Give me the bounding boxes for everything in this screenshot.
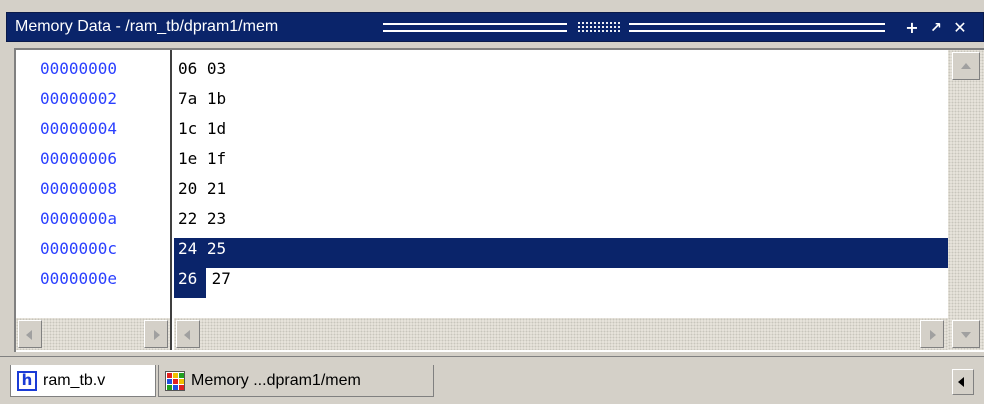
data-cell[interactable]: 20 21 xyxy=(178,174,226,204)
memory-data-window: Memory Data - /ram_tb/dpram1/mem + ↗ ✕ 0… xyxy=(0,0,984,404)
window-title: Memory Data - /ram_tb/dpram1/mem xyxy=(15,18,279,35)
add-pane-button[interactable]: + xyxy=(903,19,921,37)
scroll-right-button[interactable] xyxy=(144,320,168,348)
data-cell[interactable]: 1c 1d xyxy=(178,114,226,144)
title-bar[interactable]: Memory Data - /ram_tb/dpram1/mem + ↗ ✕ xyxy=(6,12,984,42)
address-cell: 00000006 xyxy=(40,149,118,168)
address-hscrollbar[interactable] xyxy=(16,318,170,350)
document-tab-strip: h ram_tb.v Memory ...dpram1/mem xyxy=(0,356,984,404)
selected-row-highlight xyxy=(174,238,948,268)
data-cell[interactable]: 22 23 xyxy=(178,204,226,234)
scroll-down-button[interactable] xyxy=(952,320,980,348)
address-column: 00000000 00000002 00000004 00000006 0000… xyxy=(16,50,170,318)
data-cell[interactable]: 06 03 xyxy=(178,54,226,84)
data-hscrollbar[interactable] xyxy=(174,318,948,350)
scroll-left-button[interactable] xyxy=(18,320,42,348)
address-cell: 00000008 xyxy=(40,179,118,198)
arrow-left-icon xyxy=(26,330,32,340)
arrow-left-icon xyxy=(184,330,190,340)
tab-label: Memory ...dpram1/mem xyxy=(191,371,361,389)
close-button[interactable]: ✕ xyxy=(951,19,969,37)
data-column[interactable]: 06 03 7a 1b 1c 1d 1e 1f 20 21 22 23 24 2… xyxy=(174,50,948,318)
address-cell: 00000004 xyxy=(40,119,118,138)
arrow-right-icon xyxy=(930,330,936,340)
title-grip-line xyxy=(383,23,567,25)
data-cell-selected[interactable]: 24 25 xyxy=(178,234,226,264)
title-grip-line xyxy=(629,23,885,25)
data-cell[interactable]: 7a 1b xyxy=(178,84,226,114)
title-grip-dots xyxy=(577,21,621,33)
undock-button[interactable]: ↗ xyxy=(927,19,945,37)
tab-memory[interactable]: Memory ...dpram1/mem xyxy=(158,365,434,397)
title-grip-line xyxy=(383,30,567,32)
memory-icon xyxy=(165,370,185,391)
title-grip-line xyxy=(629,30,885,32)
scroll-right-button[interactable] xyxy=(920,320,944,348)
address-cell: 0000000a xyxy=(40,209,118,228)
tab-label: ram_tb.v xyxy=(43,371,106,389)
vertical-scrollbar[interactable] xyxy=(948,50,984,350)
arrow-up-icon xyxy=(961,63,971,69)
address-cell: 00000000 xyxy=(40,59,118,78)
data-cell[interactable]: 1e 1f xyxy=(178,144,226,174)
address-cell: 0000000c xyxy=(40,239,118,258)
arrow-right-icon xyxy=(154,330,160,340)
arrow-down-icon xyxy=(961,332,971,338)
memory-view: 00000000 00000002 00000004 00000006 0000… xyxy=(14,48,984,352)
address-cell: 0000000e xyxy=(40,269,118,288)
tab-ram-tb[interactable]: h ram_tb.v xyxy=(10,365,156,397)
scroll-left-button[interactable] xyxy=(176,320,200,348)
scroll-up-button[interactable] xyxy=(952,52,980,80)
address-cell: 00000002 xyxy=(40,89,118,108)
arrow-left-icon xyxy=(958,377,964,387)
tab-scroll-left-button[interactable] xyxy=(952,369,974,395)
data-cell[interactable]: 27 xyxy=(202,264,231,294)
verilog-file-icon: h xyxy=(17,370,37,391)
data-cell-selected[interactable]: 26 xyxy=(178,264,197,294)
